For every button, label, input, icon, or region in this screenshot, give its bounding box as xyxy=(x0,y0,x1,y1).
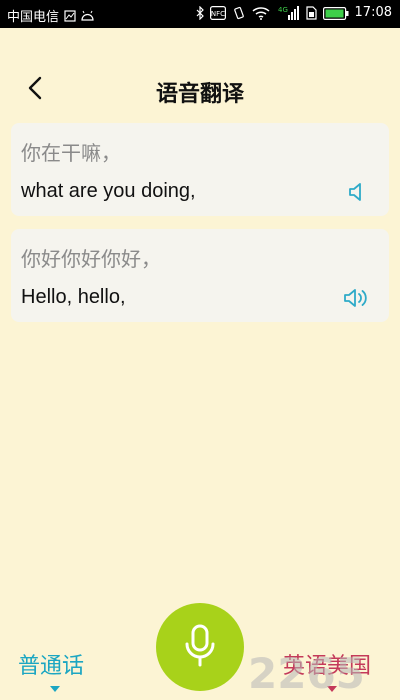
vibrate-icon xyxy=(232,6,246,20)
battery-icon xyxy=(322,6,349,20)
speaker-playing-icon xyxy=(344,289,367,307)
screen: 中国电信 NFC 4G 17:08 语音翻译 你在干嘛， what are yo… xyxy=(0,0,400,700)
target-language-selector[interactable]: 英语美国 xyxy=(283,648,371,680)
speaker-icon xyxy=(349,183,361,201)
status-time: 17:08 xyxy=(354,5,392,20)
signal-icon: 4G xyxy=(276,5,300,21)
source-language-dropdown-icon xyxy=(50,686,60,692)
target-language-dropdown-icon xyxy=(327,686,337,692)
nfc-icon: NFC xyxy=(209,6,226,20)
network-label: 4G xyxy=(278,6,288,14)
source-language-selector[interactable]: 普通话 xyxy=(18,648,84,680)
status-left: 中国电信 xyxy=(7,6,94,25)
source-text: 你在干嘛， xyxy=(21,141,121,165)
play-speech-button[interactable] xyxy=(343,179,371,205)
bluetooth-icon xyxy=(196,6,204,20)
nfc-label: NFC xyxy=(210,10,224,18)
translated-text: Hello, hello, xyxy=(21,286,126,308)
header: 语音翻译 xyxy=(0,28,400,112)
image-icon xyxy=(64,9,76,22)
microphone-icon xyxy=(185,624,215,667)
page-title: 语音翻译 xyxy=(155,82,244,107)
translation-card: 你好你好你好， Hello, hello, xyxy=(11,229,389,322)
translation-card: 你在干嘛， what are you doing, xyxy=(11,123,389,216)
play-speech-button[interactable] xyxy=(343,285,371,311)
source-text: 你好你好你好， xyxy=(21,247,161,271)
translated-text: what are you doing, xyxy=(21,180,196,202)
status-bar: 中国电信 NFC 4G 17:08 xyxy=(0,0,400,28)
android-icon xyxy=(81,10,94,21)
status-right: NFC 4G 17:08 xyxy=(196,5,392,21)
microphone-button[interactable] xyxy=(156,603,244,691)
carrier-label: 中国电信 xyxy=(7,10,60,25)
wifi-icon xyxy=(252,6,270,20)
sim-icon xyxy=(305,6,317,20)
